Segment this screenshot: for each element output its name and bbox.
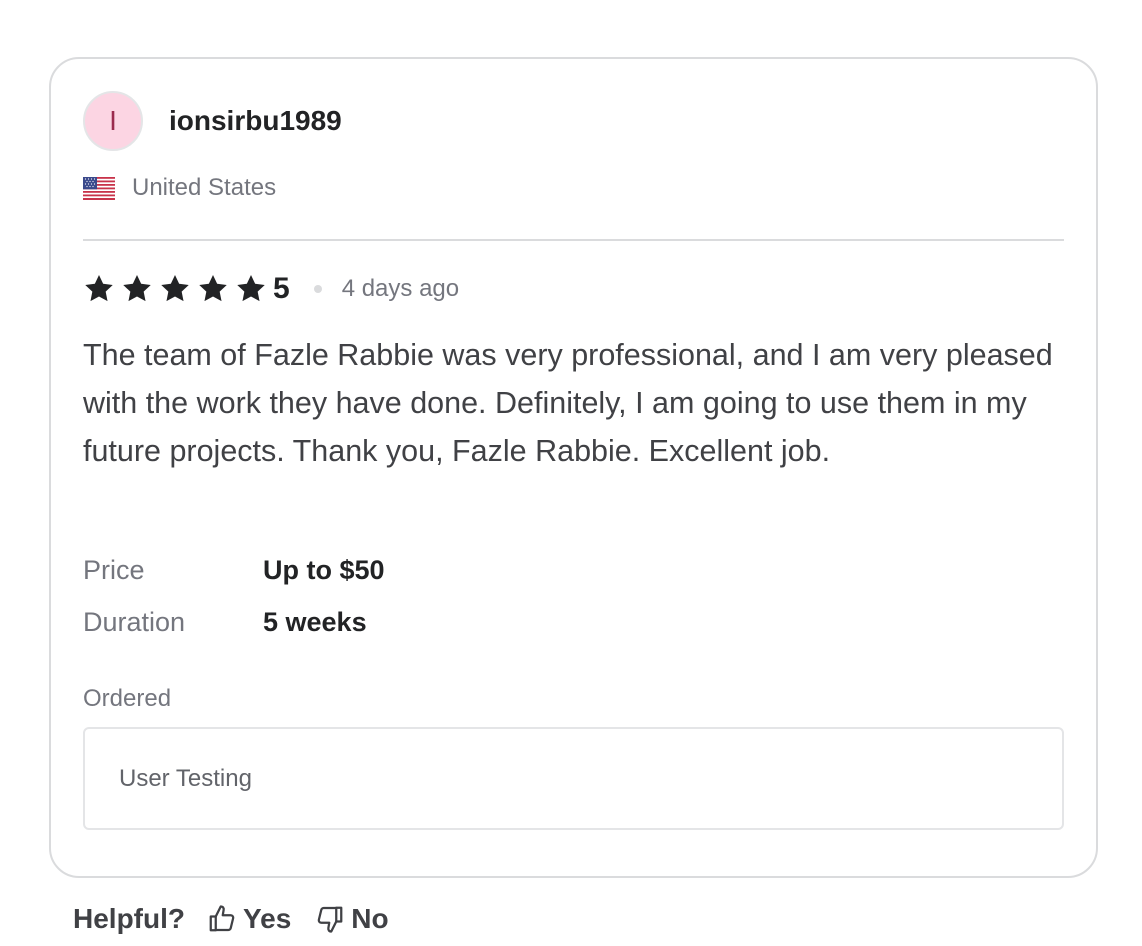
thumbs-up-icon [209, 905, 235, 932]
duration-label: Duration [83, 607, 186, 637]
ordered-item-name: User Testing [119, 764, 252, 792]
star-icon [161, 275, 189, 302]
helpful-no-button[interactable]: No [315, 903, 389, 935]
reviewer-username[interactable]: ionsirbu1989 [169, 105, 342, 137]
star-rating [83, 273, 273, 305]
ordered-item-box[interactable]: User Testing [83, 727, 1064, 830]
rating-row: 5 4 days ago [83, 272, 459, 306]
reviewer-header: I ionsirbu1989 [83, 91, 342, 151]
rating-value: 5 [273, 272, 290, 305]
helpful-yes-button[interactable]: Yes [207, 903, 291, 935]
star-icon [123, 275, 151, 302]
avatar-initial: I [109, 105, 117, 136]
star-icon [237, 275, 265, 302]
ordered-label: Ordered [83, 685, 172, 712]
price-value: Up to $50 [263, 555, 385, 585]
helpful-label: Helpful? [73, 903, 185, 934]
thumbs-down-icon [317, 906, 343, 933]
us-flag-icon [83, 176, 115, 200]
helpful-feedback: Helpful? Yes No [73, 897, 413, 941]
avatar[interactable]: I [83, 91, 143, 151]
review-card: I ionsirbu1989 United States 5 4 days ag… [49, 57, 1098, 878]
reviewer-country: United States [83, 174, 276, 202]
separator-dot [313, 285, 322, 293]
review-text: The team of Fazle Rabbie was very profes… [83, 338, 1053, 468]
helpful-no-label: No [351, 903, 389, 934]
duration-value: 5 weeks [263, 607, 367, 637]
star-icon [199, 275, 227, 302]
helpful-yes-label: Yes [243, 903, 292, 934]
price-label: Price [83, 555, 145, 585]
review-time: 4 days ago [341, 275, 460, 302]
country-name: United States [132, 174, 277, 201]
duration-row: Duration 5 weeks [83, 607, 367, 638]
price-row: Price Up to $50 [83, 555, 385, 586]
divider [83, 239, 1064, 241]
star-icon [85, 275, 113, 302]
